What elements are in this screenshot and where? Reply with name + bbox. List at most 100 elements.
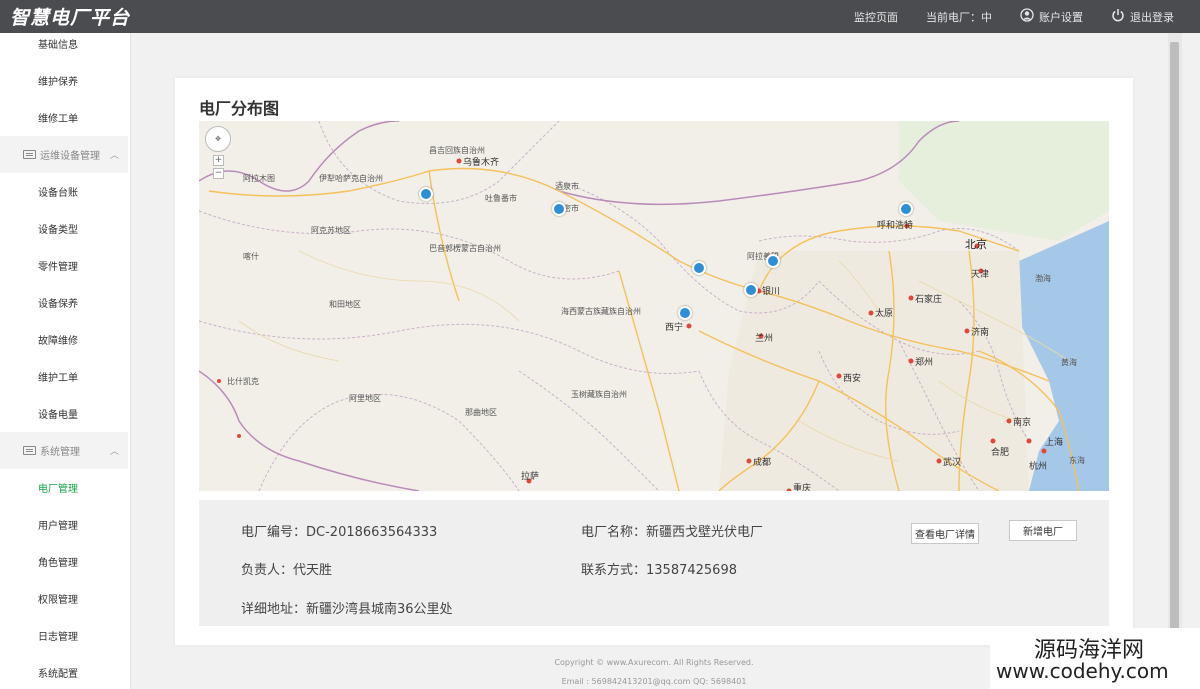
- keyboard-icon: [23, 150, 36, 159]
- add-plant-button[interactable]: 新增电厂: [1009, 520, 1077, 541]
- plant-name-value: 新疆西戈壁光伏电厂: [646, 525, 764, 540]
- map-label: 昌吉回族自治州: [429, 146, 485, 155]
- nav-current-plant-label: 当前电厂：中: [926, 10, 992, 24]
- minus-icon: −: [214, 168, 223, 178]
- map-label: 那曲地区: [465, 408, 497, 417]
- nav-account-settings[interactable]: 账户设置: [1020, 8, 1083, 25]
- top-header: 智慧电厂平台 监控页面 当前电厂：中 账户设置 退出登录: [0, 0, 1200, 33]
- sidebar-group-label: 运维设备管理: [40, 151, 100, 162]
- map-label: 比什凯克: [227, 377, 259, 386]
- sidebar-menu: 基础信息 维护保养 维修工单 运维设备管理 ︿ 设备台账 设备类型 零件管理 设…: [0, 33, 128, 689]
- contact-field: 联系方式：13587425698: [581, 559, 737, 578]
- manager-value: 代天胜: [293, 563, 333, 578]
- map-label: 天津: [971, 270, 990, 280]
- nav-current-plant[interactable]: 当前电厂：中: [926, 9, 992, 25]
- nav-logout[interactable]: 退出登录: [1111, 8, 1174, 25]
- plant-marker[interactable]: [766, 254, 780, 268]
- sidebar-item-basic-info[interactable]: 基础信息: [0, 33, 128, 62]
- plant-marker[interactable]: [692, 261, 706, 275]
- map-label: 西安: [843, 374, 862, 384]
- map-label: 东海: [1069, 456, 1085, 465]
- sidebar-item-repair-orders[interactable]: 维修工单: [0, 99, 128, 136]
- map-label: 喀什: [243, 252, 259, 261]
- plant-marker[interactable]: [419, 187, 433, 201]
- address-label: 详细地址：: [241, 602, 307, 617]
- plant-info-panel: 电厂编号：DC-2018663564333 电厂名称：新疆西戈壁光伏电厂 负责人…: [199, 500, 1109, 626]
- sidebar-item-fault-repair[interactable]: 故障维修: [0, 321, 128, 358]
- map-label: 酒泉市: [555, 182, 579, 191]
- map-label: 郑州: [915, 358, 934, 368]
- sidebar-item-log-management[interactable]: 日志管理: [0, 617, 128, 654]
- app-logo[interactable]: 智慧电厂平台: [10, 3, 130, 30]
- sidebar-item-maintenance[interactable]: 维护保养: [0, 62, 128, 99]
- map-label: 合肥: [991, 448, 1010, 458]
- plant-marker[interactable]: [678, 306, 692, 320]
- address-value: 新疆沙湾县城南36公里处: [306, 602, 453, 617]
- sidebar-scrollbar-thumb[interactable]: [130, 409, 131, 679]
- chevron-up-icon: ︿: [109, 151, 119, 161]
- zoom-in-button[interactable]: +: [213, 155, 224, 166]
- plant-number-label: 电厂编号：: [241, 525, 307, 540]
- top-nav: 监控页面 当前电厂：中 账户设置 退出登录: [854, 8, 1200, 25]
- plus-icon: +: [214, 155, 223, 165]
- address-field: 详细地址：新疆沙湾县城南36公里处: [241, 598, 453, 617]
- sidebar-item-equipment-power[interactable]: 设备电量: [0, 395, 128, 432]
- sidebar-item-maintenance-orders[interactable]: 维护工单: [0, 358, 128, 395]
- map-label: 呼和浩特: [877, 221, 914, 231]
- sidebar-item-plant-management[interactable]: 电厂管理: [0, 469, 128, 506]
- keyboard-icon: [23, 446, 36, 455]
- sidebar-item-parts[interactable]: 零件管理: [0, 247, 128, 284]
- manager-label: 负责人：: [241, 563, 294, 578]
- plant-marker[interactable]: [552, 202, 566, 216]
- view-plant-details-button[interactable]: 查看电厂详情: [911, 523, 979, 544]
- map-label: 和田地区: [329, 300, 361, 309]
- map-label: 海西蒙古族藏族自治州: [561, 307, 641, 316]
- sidebar-item-permission-management[interactable]: 权限管理: [0, 580, 128, 617]
- contact-label: 联系方式：: [581, 563, 647, 578]
- sidebar-item-user-management[interactable]: 用户管理: [0, 506, 128, 543]
- sidebar-item-equipment-upkeep[interactable]: 设备保养: [0, 284, 128, 321]
- sidebar-item-equipment-ledger[interactable]: 设备台账: [0, 173, 128, 210]
- map-label: 乌鲁木齐: [463, 158, 500, 168]
- map-label: 阿里地区: [349, 394, 381, 403]
- plant-number-value: DC-2018663564333: [306, 525, 438, 540]
- plant-marker[interactable]: [899, 202, 913, 216]
- plant-map[interactable]: ✥ + − 乌鲁木齐 北京 天津 呼和浩特 西宁 兰州 银川 太原 石家庄 济南…: [199, 121, 1109, 491]
- sidebar-item-role-management[interactable]: 角色管理: [0, 543, 128, 580]
- nav-monitor-page[interactable]: 监控页面: [854, 9, 898, 25]
- map-label: 阿拉木图: [243, 174, 275, 183]
- map-label: 兰州: [755, 334, 774, 344]
- map-label: 伊犁哈萨克自治州: [319, 174, 383, 183]
- map-label: 太原: [875, 309, 894, 319]
- map-label: 重庆: [793, 484, 812, 491]
- map-label: 杭州: [1029, 462, 1048, 472]
- watermark-url: www.codehy.com: [996, 659, 1169, 683]
- sidebar-group-label: 系统管理: [40, 447, 80, 458]
- plant-number-field: 电厂编号：DC-2018663564333: [241, 521, 437, 540]
- map-label: 黄海: [1061, 358, 1077, 367]
- map-label: 石家庄: [915, 295, 943, 305]
- map-pan-control[interactable]: ✥: [205, 126, 231, 152]
- user-icon: [1020, 8, 1034, 25]
- map-label: 南京: [1013, 418, 1032, 428]
- sidebar-scrollbar-track[interactable]: [130, 33, 131, 689]
- manager-field: 负责人：代天胜: [241, 559, 332, 578]
- map-label: 上海: [1045, 438, 1064, 448]
- map-label: 吐鲁番市: [485, 194, 517, 203]
- nav-logout-label: 退出登录: [1130, 10, 1174, 24]
- plant-distribution-card: 电厂分布图 ✥ + − 乌鲁木齐 北京 天津 呼和浩特 西宁 兰州 银川 太原 …: [175, 78, 1133, 645]
- sidebar-group-system[interactable]: 系统管理 ︿: [0, 432, 128, 469]
- plant-marker[interactable]: [744, 283, 758, 297]
- sidebar-item-equipment-types[interactable]: 设备类型: [0, 210, 128, 247]
- map-label: 巴音郭楞蒙古自治州: [429, 244, 501, 253]
- nav-monitor-label: 监控页面: [854, 10, 898, 24]
- plant-name-field: 电厂名称：新疆西戈壁光伏电厂: [581, 521, 763, 540]
- map-label: 渤海: [1035, 274, 1051, 283]
- main-scrollbar-thumb[interactable]: [1170, 42, 1179, 642]
- contact-value: 13587425698: [646, 563, 737, 578]
- sidebar-group-ops-equipment[interactable]: 运维设备管理 ︿: [0, 136, 128, 173]
- map-label: 武汉: [943, 458, 962, 468]
- map-label: 银川: [762, 287, 781, 297]
- zoom-out-button[interactable]: −: [213, 168, 224, 179]
- map-label: 西宁: [665, 323, 684, 333]
